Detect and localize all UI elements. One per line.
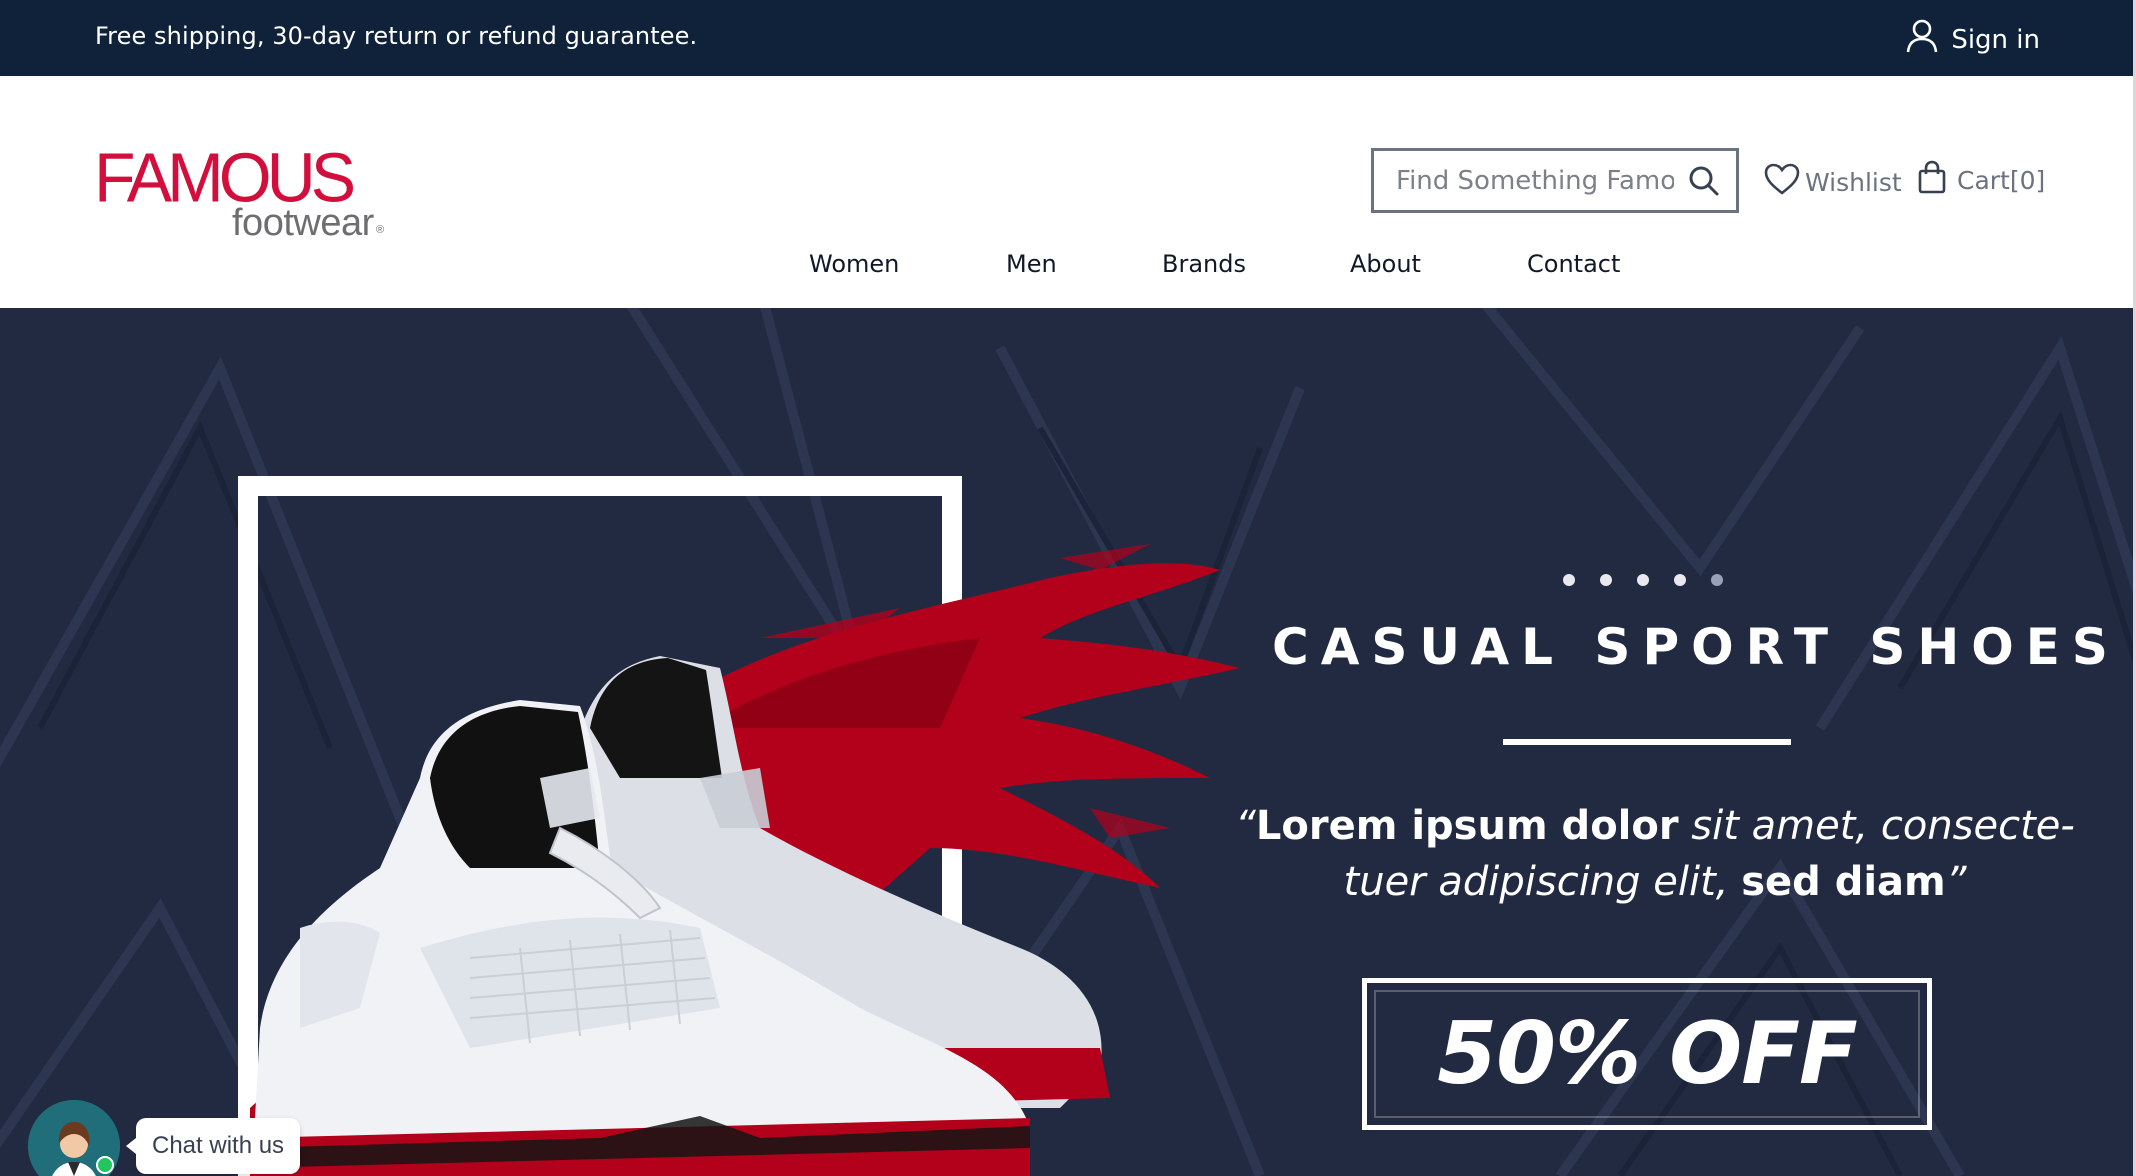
nav-item-brands[interactable]: Brands [1162,250,1246,278]
wishlist-link[interactable]: Wishlist [1763,162,1902,202]
nav-item-about[interactable]: About [1350,250,1421,278]
cart-count: [0] [2009,165,2046,195]
hero-title: CASUAL SPORT SHOES [1272,618,2120,676]
discount-offer-button[interactable]: 50% OFF [1362,978,1932,1130]
announcement-bar: Free shipping, 30-day return or refund g… [0,0,2136,76]
logo-registered-mark: ® [376,224,385,236]
sign-in-link[interactable]: Sign in [1905,18,2040,61]
sign-in-label: Sign in [1951,24,2040,55]
shipping-message: Free shipping, 30-day return or refund g… [95,22,698,50]
carousel-dot[interactable] [1711,574,1723,586]
carousel-dots [1563,574,1723,586]
famous-footwear-logo[interactable]: FAMOUS footwear ® [94,143,394,244]
nav-item-women[interactable]: Women [809,250,899,278]
hero-banner[interactable]: CASUAL SPORT SHOES “Lorem ipsum dolor si… [0,308,2136,1176]
cart-link[interactable]: Cart[0] [1917,160,2045,200]
nav-item-men[interactable]: Men [1006,250,1057,278]
carousel-dot[interactable] [1563,574,1575,586]
search-input[interactable] [1374,151,1674,210]
site-header: FAMOUS footwear ® Wishlist Cart[0] [0,76,2136,308]
cart-label: Cart[0] [1957,165,2046,195]
shopping-bag-icon [1917,160,1947,200]
heart-icon [1763,162,1801,202]
user-icon [1905,18,1939,61]
discount-offer-label: 50% OFF [1437,1004,1857,1104]
carousel-dot[interactable] [1600,574,1612,586]
nav-item-contact[interactable]: Contact [1527,250,1620,278]
logo-wordmark-secondary: footwear [232,202,374,244]
hero-quote: “Lorem ipsum dolor sit amet, consecte-tu… [1235,803,2075,905]
hero-divider [1503,739,1791,745]
main-navigation: Women Men Brands About Contact [0,250,2136,290]
wishlist-label: Wishlist [1805,167,1902,197]
chat-with-us-bubble[interactable]: Chat with us [125,1118,301,1174]
online-status-indicator [96,1156,114,1174]
search-icon[interactable] [1688,165,1720,197]
carousel-dot[interactable] [1674,574,1686,586]
carousel-dot[interactable] [1637,574,1649,586]
search-box [1371,148,1739,213]
